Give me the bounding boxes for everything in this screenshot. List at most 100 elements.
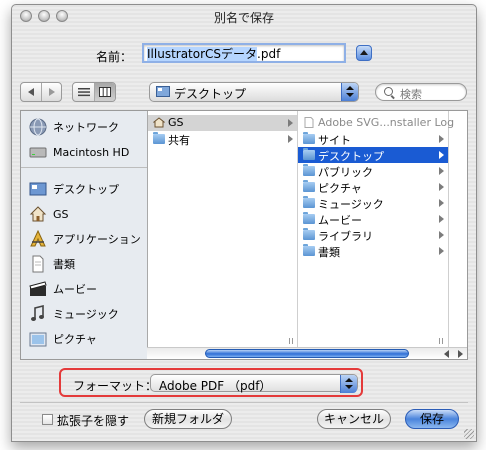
- save-button[interactable]: 保存: [405, 409, 459, 429]
- network-globe-icon: [29, 118, 47, 136]
- column-resize-handle[interactable]: [286, 335, 296, 347]
- horizontal-scrollbar[interactable]: [147, 347, 467, 359]
- column-resize-handle[interactable]: [436, 335, 446, 347]
- expand-dialog-button[interactable]: [356, 45, 372, 61]
- sidebar-item-documents[interactable]: 書類: [21, 253, 147, 275]
- list-item-label: デスクトップ: [318, 150, 384, 163]
- list-item-documents[interactable]: 書類: [298, 243, 448, 259]
- disclosure-arrow-icon: [439, 199, 444, 207]
- list-item-music[interactable]: ミュージック: [298, 195, 448, 211]
- list-item-sites[interactable]: サイト: [298, 131, 448, 147]
- back-button[interactable]: [21, 83, 41, 101]
- title-bar: 別名で保存: [12, 5, 476, 29]
- list-item-pictures[interactable]: ピクチャ: [298, 179, 448, 195]
- desktop-icon: [156, 86, 170, 97]
- search-field[interactable]: 検索: [375, 83, 467, 101]
- window-title: 別名で保存: [213, 11, 274, 25]
- document-icon: [304, 117, 314, 128]
- list-item-gs[interactable]: GS: [148, 115, 297, 131]
- disclosure-arrow-icon: [439, 247, 444, 255]
- scroll-left-icon: [444, 350, 449, 358]
- sidebar-divider: [21, 167, 147, 168]
- popup-arrows-icon: [340, 375, 357, 393]
- sidebar-item-pictures[interactable]: ピクチャ: [21, 328, 147, 350]
- folder-icon: [303, 212, 315, 224]
- file-browser: ネットワーク Macintosh HD デスクトップ GS アプリケーション 書…: [20, 110, 468, 360]
- sidebar-item-home[interactable]: GS: [21, 203, 147, 225]
- sidebar-item-desktop[interactable]: デスクトップ: [21, 178, 147, 200]
- hide-extension-label: 拡張子を隠す: [57, 414, 130, 428]
- popup-arrows-icon: [341, 83, 358, 101]
- filename-extension-text: .pdf: [257, 47, 281, 61]
- format-popup[interactable]: Adobe PDF （pdf）: [150, 374, 358, 393]
- column-view-icon: [99, 87, 111, 97]
- scroll-right-icon: [458, 350, 463, 358]
- location-popup[interactable]: デスクトップ: [149, 82, 359, 102]
- list-item-log-file[interactable]: Adobe SVG...nstaller Log: [298, 115, 454, 131]
- sidebar-item-music[interactable]: ミュージック: [21, 303, 147, 325]
- sidebar-item-label: Macintosh HD: [53, 145, 130, 159]
- list-item-label: パブリック: [318, 166, 373, 179]
- sidebar-item-label: GS: [53, 207, 69, 221]
- pictures-icon: [29, 332, 47, 347]
- folder-icon: [153, 132, 165, 144]
- music-icon: [31, 305, 44, 321]
- folder-icon: [303, 196, 315, 208]
- list-item-public[interactable]: パブリック: [298, 163, 448, 179]
- view-mode-control: [72, 82, 116, 102]
- hard-drive-icon: [29, 147, 47, 158]
- disclosure-arrow-icon: [439, 135, 444, 143]
- filename-selected-text: IllustratorCSデータ: [147, 47, 258, 61]
- list-item-movies[interactable]: ムービー: [298, 211, 448, 227]
- name-label: 名前：: [96, 50, 133, 64]
- column-view-button[interactable]: [95, 83, 115, 101]
- cancel-button[interactable]: キャンセル: [317, 409, 391, 429]
- sidebar-item-applications[interactable]: アプリケーション: [21, 228, 147, 250]
- disclosure-arrow-icon: [439, 183, 444, 191]
- sidebar-item-label: 書類: [53, 258, 75, 271]
- search-icon: [384, 87, 393, 96]
- hide-extension-checkbox[interactable]: [42, 414, 53, 425]
- list-item-label: ムービー: [318, 214, 362, 227]
- home-icon: [29, 206, 47, 222]
- back-arrow-icon: [28, 88, 34, 96]
- list-item-label: 書類: [318, 246, 340, 259]
- sidebar: ネットワーク Macintosh HD デスクトップ GS アプリケーション 書…: [21, 111, 148, 359]
- folder-icon: [303, 228, 315, 240]
- forward-button[interactable]: [42, 83, 62, 101]
- disclosure-arrow-icon: [439, 215, 444, 223]
- back-forward-control: [20, 82, 62, 102]
- folder-icon: [303, 180, 315, 192]
- sidebar-item-label: ネットワーク: [53, 121, 119, 134]
- forward-arrow-icon: [49, 88, 55, 96]
- home-icon: [153, 117, 165, 128]
- sidebar-item-movies[interactable]: ムービー: [21, 278, 147, 300]
- column-2: Adobe SVG...nstaller Log サイト デスクトップ パブリッ…: [298, 111, 454, 347]
- filename-field[interactable]: IllustratorCSデータ.pdf: [142, 43, 346, 63]
- resize-grip[interactable]: [464, 429, 474, 439]
- list-item-label: ピクチャ: [318, 182, 362, 195]
- list-item-library[interactable]: ライブラリ: [298, 227, 448, 243]
- list-item-label: GS: [168, 116, 184, 129]
- sidebar-item-network[interactable]: ネットワーク: [21, 116, 147, 138]
- list-item-shared[interactable]: 共有: [148, 131, 297, 147]
- list-item-label: サイト: [318, 134, 351, 147]
- disclosure-arrow-icon: [288, 135, 293, 143]
- list-item-label: Adobe SVG...nstaller Log: [318, 116, 455, 129]
- applications-icon: [30, 230, 46, 247]
- documents-icon: [32, 255, 44, 273]
- sidebar-item-macintosh-hd[interactable]: Macintosh HD: [21, 141, 147, 163]
- folder-icon: [303, 132, 315, 144]
- list-view-button[interactable]: [73, 83, 94, 101]
- list-item-label: 共有: [168, 134, 190, 147]
- folder-icon: [303, 148, 315, 160]
- list-item-desktop[interactable]: デスクトップ: [298, 147, 448, 163]
- scroll-left-button[interactable]: [441, 349, 453, 359]
- scroll-right-button[interactable]: [454, 349, 466, 359]
- scrollbar-thumb[interactable]: [205, 349, 409, 358]
- column-1: GS 共有: [148, 111, 298, 347]
- new-folder-button[interactable]: 新規フォルダ: [144, 409, 232, 429]
- movies-icon: [29, 281, 47, 296]
- list-item-label: ミュージック: [318, 198, 384, 211]
- disclosure-arrow-icon: [288, 119, 293, 127]
